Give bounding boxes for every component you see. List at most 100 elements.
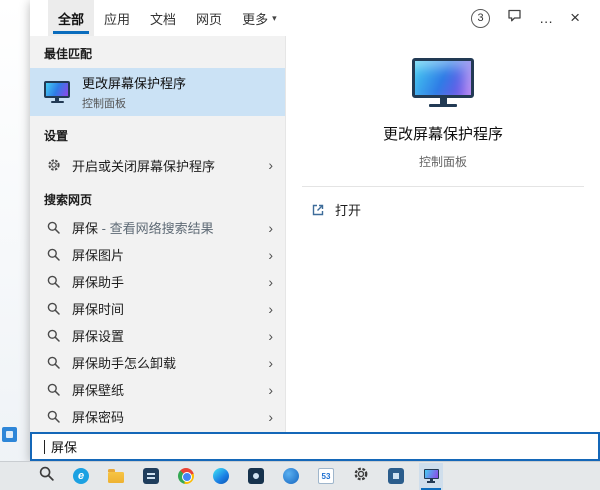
web-suggestion-item[interactable]: 屏保图片 › xyxy=(30,241,285,268)
web-search-header: 搜索网页 xyxy=(30,180,285,214)
open-label: 打开 xyxy=(335,200,361,219)
web-suggestion-item[interactable]: 屏保 - 查看网络搜索结果 › xyxy=(30,214,285,241)
web-suggestion-label: 屏保密码 xyxy=(72,407,124,426)
tab-more-label: 更多 xyxy=(242,9,268,28)
web-suggestion-label: 屏保图片 xyxy=(72,245,124,264)
chrome-icon xyxy=(178,468,194,484)
tab-apps[interactable]: 应用 xyxy=(94,0,140,36)
tab-all[interactable]: 全部 xyxy=(48,0,94,36)
taskbar-screensaver-window-button[interactable] xyxy=(419,463,443,490)
settings-header: 设置 xyxy=(30,116,285,150)
web-suggestion-item[interactable]: 屏保助手怎么卸载 › xyxy=(30,349,285,376)
web-suggestion-label: 屏保 - 查看网络搜索结果 xyxy=(72,218,214,237)
web-suggestion-label: 屏保助手怎么卸载 xyxy=(72,353,176,372)
chevron-right-icon: › xyxy=(268,220,273,236)
taskbar-edge-button[interactable] xyxy=(209,463,233,490)
tab-apps-label: 应用 xyxy=(104,9,130,28)
web-suggestion-label: 屏保时间 xyxy=(72,299,124,318)
navy-app-icon xyxy=(248,468,264,484)
chevron-right-icon: › xyxy=(268,274,273,290)
rewards-badge[interactable]: 3 xyxy=(471,9,490,28)
tab-web[interactable]: 网页 xyxy=(186,0,232,36)
best-match-item[interactable]: 更改屏幕保护程序 控制面板 xyxy=(30,68,285,116)
ie-browser-icon: e xyxy=(73,468,89,484)
web-suggestion-item[interactable]: 屏保设置 › xyxy=(30,322,285,349)
gear-icon xyxy=(46,158,61,172)
search-filter-bar: 全部 应用 文档 网页 更多 ▾ 3 … × xyxy=(30,0,600,36)
web-suggestion-item[interactable]: 屏保壁纸 › xyxy=(30,376,285,403)
close-icon[interactable]: × xyxy=(570,8,580,28)
search-query-text: 屏保 xyxy=(51,437,77,456)
taskbar-browser-button[interactable] xyxy=(279,463,303,490)
search-icon xyxy=(46,248,61,261)
web-suggestion-item[interactable]: 屏保密码 › xyxy=(30,403,285,430)
taskbar-settings-button[interactable] xyxy=(349,463,373,490)
chevron-down-icon: ▾ xyxy=(272,13,277,24)
search-icon xyxy=(46,329,61,342)
taskbar-53-button[interactable]: 53 xyxy=(314,463,338,490)
screensaver-monitor-icon xyxy=(44,81,70,103)
feedback-icon[interactable] xyxy=(507,8,522,28)
more-options-icon[interactable]: … xyxy=(539,13,553,23)
taskbar-app1-button[interactable] xyxy=(139,463,163,490)
folder-icon xyxy=(108,472,124,483)
web-suggestion-item[interactable]: 屏保时间 › xyxy=(30,295,285,322)
open-icon xyxy=(310,203,325,217)
search-icon xyxy=(46,275,61,288)
taskbar-chrome-button[interactable] xyxy=(174,463,198,490)
search-icon xyxy=(46,383,61,396)
search-icon xyxy=(46,356,61,369)
chevron-right-icon: › xyxy=(268,247,273,263)
screensaver-monitor-icon-large xyxy=(412,58,474,107)
chevron-right-icon: › xyxy=(268,382,273,398)
blue-app-icon xyxy=(388,468,404,484)
tab-more[interactable]: 更多 ▾ xyxy=(232,0,287,36)
web-suggestion-label: 屏保设置 xyxy=(72,326,124,345)
best-match-text: 更改屏幕保护程序 控制面板 xyxy=(82,73,186,111)
search-icon xyxy=(46,410,61,423)
settings-result-label: 开启或关闭屏幕保护程序 xyxy=(72,156,215,175)
taskbar-file-explorer-button[interactable] xyxy=(104,463,128,490)
taskbar: e 53 xyxy=(0,461,600,490)
taskbar-search-button[interactable] xyxy=(34,463,58,490)
settings-gear-icon xyxy=(353,466,369,487)
open-action[interactable]: 打开 xyxy=(286,187,600,219)
web-suggestion-item[interactable]: 屏保助手 › xyxy=(30,268,285,295)
text-caret xyxy=(44,440,45,454)
tab-all-label: 全部 xyxy=(58,9,84,28)
screensaver-window-icon xyxy=(424,469,439,483)
best-match-title: 更改屏幕保护程序 xyxy=(82,73,186,92)
tab-documents[interactable]: 文档 xyxy=(140,0,186,36)
web-suggestion-label: 屏保壁纸 xyxy=(72,380,124,399)
web-suggestion-suffix: - 查看网络搜索结果 xyxy=(98,221,214,236)
taskbar-app3-button[interactable] xyxy=(384,463,408,490)
web-suggestion-label: 屏保助手 xyxy=(72,272,124,291)
chevron-right-icon: › xyxy=(268,301,273,317)
web-suggestion-query: 屏保 xyxy=(72,221,98,236)
chevron-right-icon: › xyxy=(268,328,273,344)
best-match-header: 最佳匹配 xyxy=(30,36,285,68)
settings-result-item[interactable]: 开启或关闭屏幕保护程序 › xyxy=(30,150,285,180)
desktop-shortcut-icon[interactable] xyxy=(2,427,17,442)
search-icon xyxy=(39,466,54,486)
chevron-right-icon: › xyxy=(268,157,273,173)
desktop-screen: 全部 应用 文档 网页 更多 ▾ 3 … × xyxy=(0,0,600,490)
taskbar-app2-button[interactable] xyxy=(244,463,268,490)
preview-title: 更改屏幕保护程序 xyxy=(383,123,503,144)
search-content: 最佳匹配 更改屏幕保护程序 控制面板 设置 开启或关闭屏幕保护程序 xyxy=(30,36,600,432)
preview-panel: 更改屏幕保护程序 控制面板 打开 xyxy=(285,36,600,432)
topbar-controls: 3 … × xyxy=(471,8,590,28)
chevron-right-icon: › xyxy=(268,409,273,425)
best-match-subtitle: 控制面板 xyxy=(82,95,186,111)
blue-browser-icon xyxy=(283,468,299,484)
search-input[interactable]: 屏保 xyxy=(30,432,600,461)
search-icon xyxy=(46,221,61,234)
dark-app-icon xyxy=(143,468,159,484)
chevron-right-icon: › xyxy=(268,355,273,371)
taskbar-ie-button[interactable]: e xyxy=(69,463,93,490)
preview-subtitle: 控制面板 xyxy=(419,153,467,170)
search-flyout-window: 全部 应用 文档 网页 更多 ▾ 3 … × xyxy=(30,0,600,461)
53-app-icon: 53 xyxy=(318,468,334,484)
tab-documents-label: 文档 xyxy=(150,9,176,28)
results-panel: 最佳匹配 更改屏幕保护程序 控制面板 设置 开启或关闭屏幕保护程序 xyxy=(30,36,285,432)
